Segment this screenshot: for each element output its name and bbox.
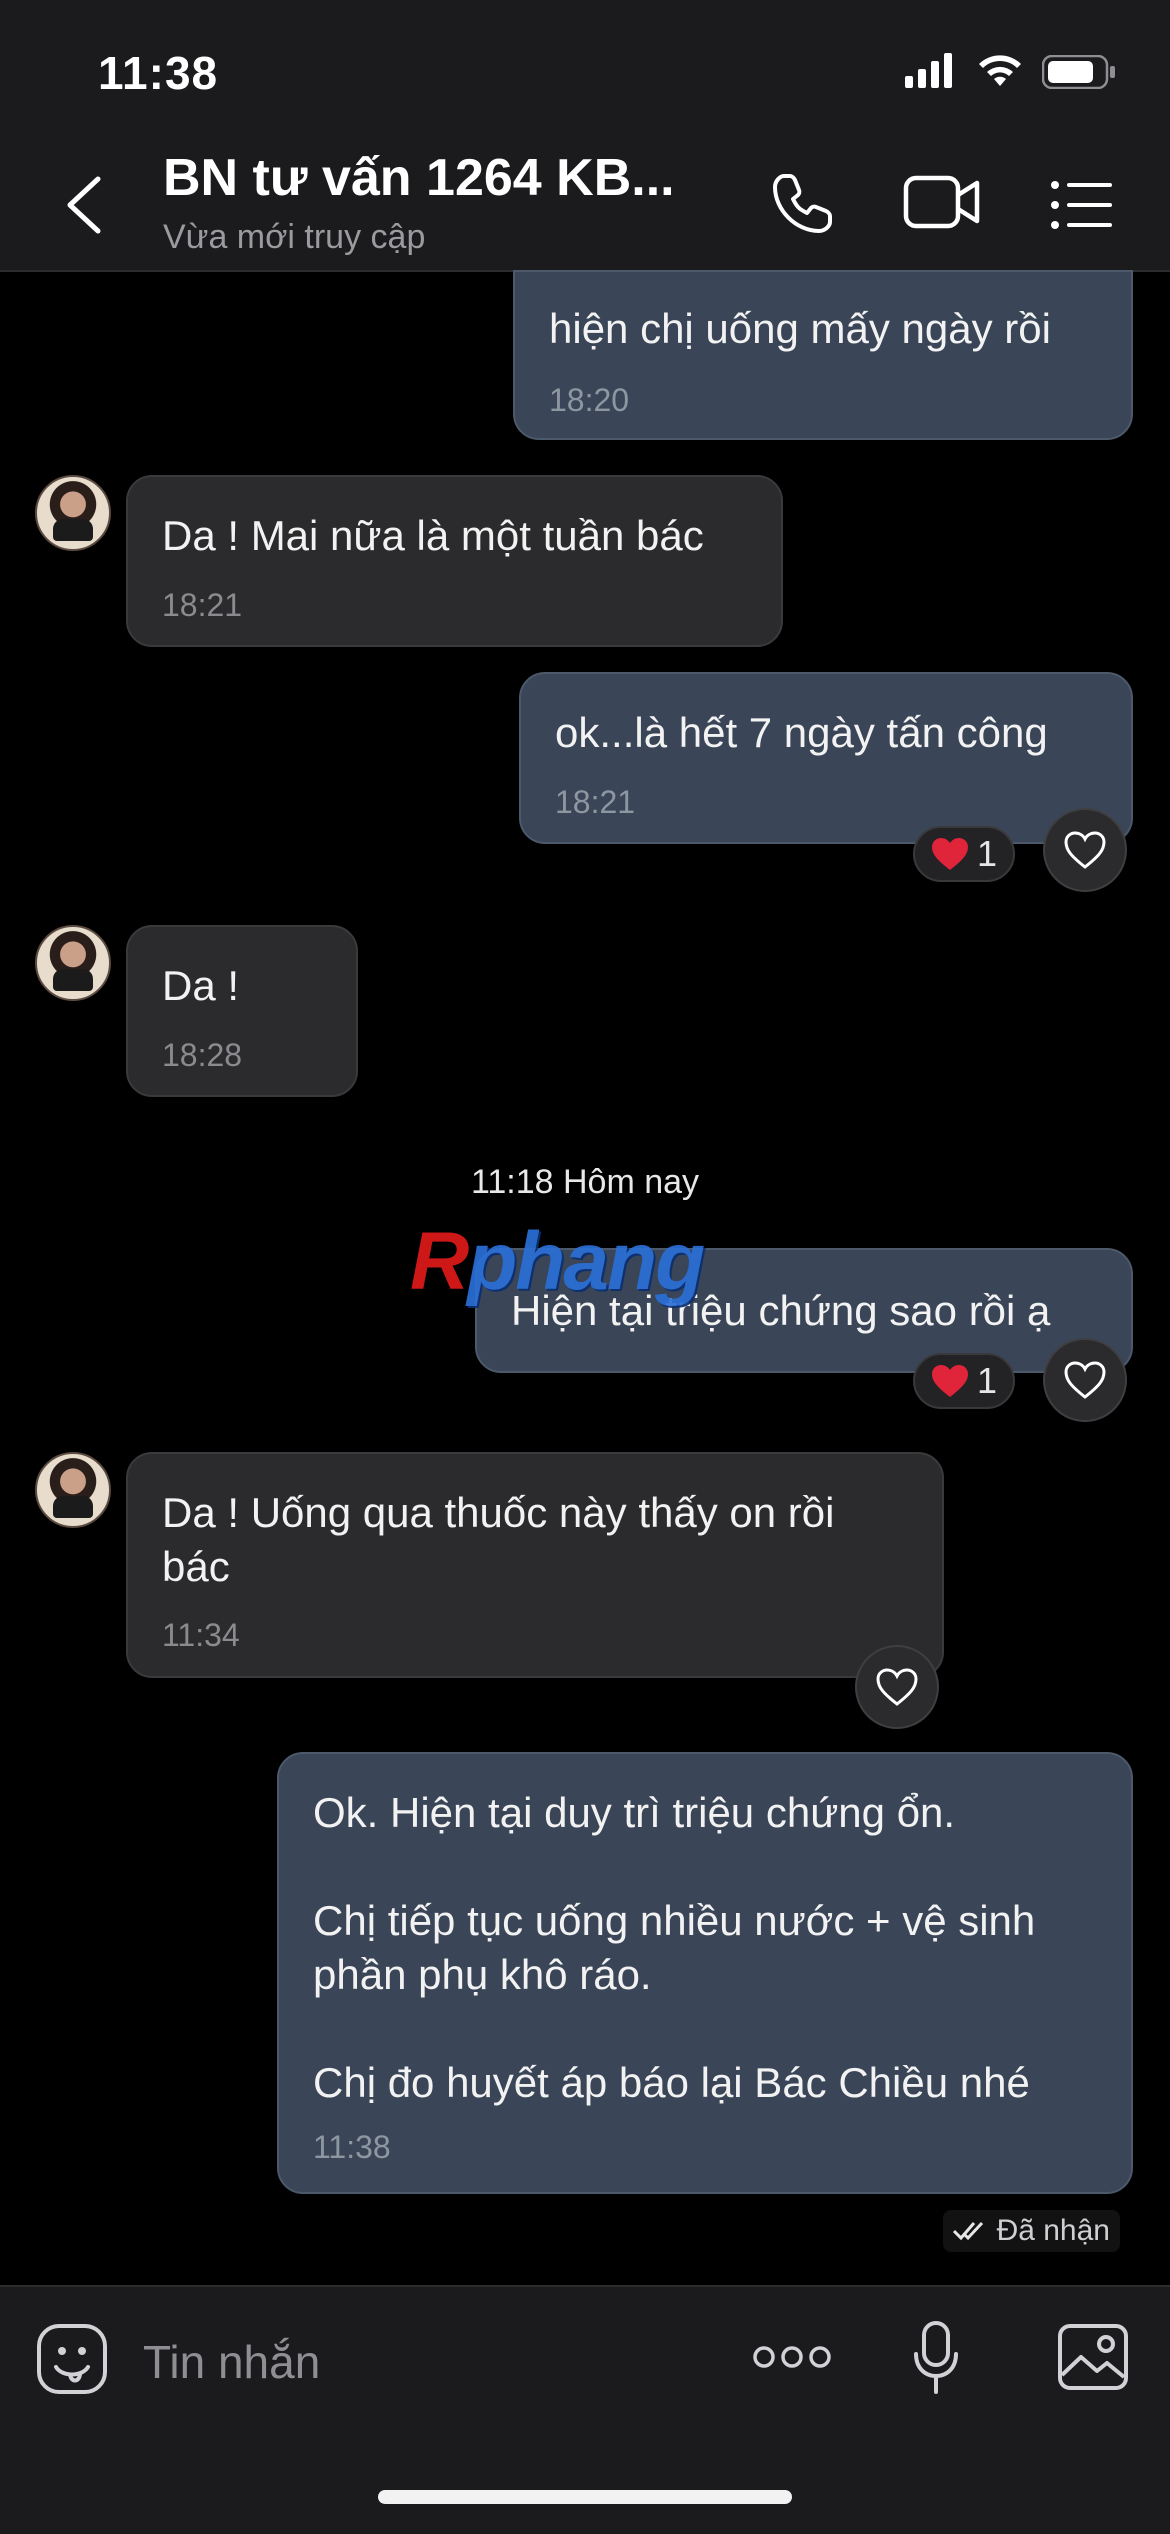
avatar[interactable] (35, 925, 111, 1001)
chat-title[interactable]: BN tư vấn 1264 KB... (163, 148, 675, 208)
message-time: 18:20 (549, 382, 630, 418)
video-call-icon[interactable] (903, 172, 981, 232)
message-bubble-outgoing[interactable]: hiện chị uống mấy ngày rồi 18:20 (513, 270, 1133, 440)
message-text: Da ! (162, 962, 240, 1009)
home-indicator[interactable] (378, 2490, 792, 2504)
message-time: 18:21 (162, 587, 243, 623)
top-bar: 11:38 BN tư vấn 1264 KB... Vừa mới truy … (0, 0, 1170, 272)
avatar[interactable] (35, 475, 111, 551)
chat-subtitle: Vừa mới truy cập (163, 218, 426, 256)
heart-reaction-icon (931, 1365, 968, 1397)
message-time: 11:34 (162, 1617, 240, 1653)
avatar[interactable] (35, 1452, 111, 1528)
wifi-icon (979, 55, 1021, 86)
heart-outline-icon (1064, 831, 1106, 869)
message-text: hiện chị uống mấy ngày rồi (549, 305, 1051, 352)
image-gallery-icon[interactable] (1057, 2323, 1129, 2391)
message-time: 18:21 (555, 784, 636, 820)
menu-list-icon[interactable] (1050, 180, 1112, 230)
reaction-count: 1 (976, 833, 998, 874)
delivery-status-label: Đã nhận (996, 2214, 1110, 2247)
watermark-logo: Rphang (410, 1216, 705, 1307)
react-heart-button[interactable] (855, 1645, 939, 1729)
react-heart-button[interactable] (1043, 808, 1127, 892)
more-options-icon[interactable] (752, 2342, 832, 2372)
message-time: 18:28 (162, 1037, 243, 1073)
back-chevron-icon[interactable] (62, 175, 106, 235)
status-time: 11:38 (98, 47, 219, 99)
heart-outline-icon (1064, 1361, 1106, 1399)
message-time: 11:38 (313, 2129, 391, 2165)
reaction-count: 1 (976, 1360, 998, 1401)
microphone-icon[interactable] (911, 2320, 961, 2396)
message-text: Da ! Mai nữa là một tuần bác (162, 512, 704, 559)
message-bubble-outgoing[interactable]: ok...là hết 7 ngày tấn công 18:21 (519, 672, 1133, 844)
delivery-status: Đã nhận (942, 2210, 1120, 2252)
message-text: ok...là hết 7 ngày tấn công (555, 709, 1048, 756)
message-text: Ok. Hiện tại duy trì triệu chứng ổn. Chị… (313, 1789, 1036, 2106)
react-heart-button[interactable] (1043, 1338, 1127, 1422)
message-text: Da ! Uống qua thuốc này thấy on rồi bác (162, 1489, 835, 1590)
message-bubble-incoming[interactable]: Da ! Mai nữa là một tuần bác 18:21 (126, 475, 783, 647)
date-divider: 11:18 Hôm nay (470, 1163, 700, 1201)
battery-icon (1042, 55, 1115, 89)
message-bubble-outgoing[interactable]: Ok. Hiện tại duy trì triệu chứng ổn. Chị… (277, 1752, 1133, 2194)
heart-reaction-icon (931, 838, 968, 870)
phone-call-icon[interactable] (770, 172, 834, 236)
double-check-icon (952, 2221, 983, 2241)
cellular-signal-icon (905, 53, 952, 88)
message-bubble-incoming[interactable]: Da ! 18:28 (126, 925, 358, 1097)
reaction-badge[interactable]: 1 (913, 1353, 1015, 1409)
heart-outline-icon (876, 1668, 918, 1706)
reaction-badge[interactable]: 1 (913, 826, 1015, 882)
emoji-sticker-icon[interactable] (36, 2323, 108, 2395)
message-bubble-incoming[interactable]: Da ! Uống qua thuốc này thấy on rồi bác … (126, 1452, 944, 1678)
message-input[interactable]: Tin nhắn (143, 2335, 320, 2389)
